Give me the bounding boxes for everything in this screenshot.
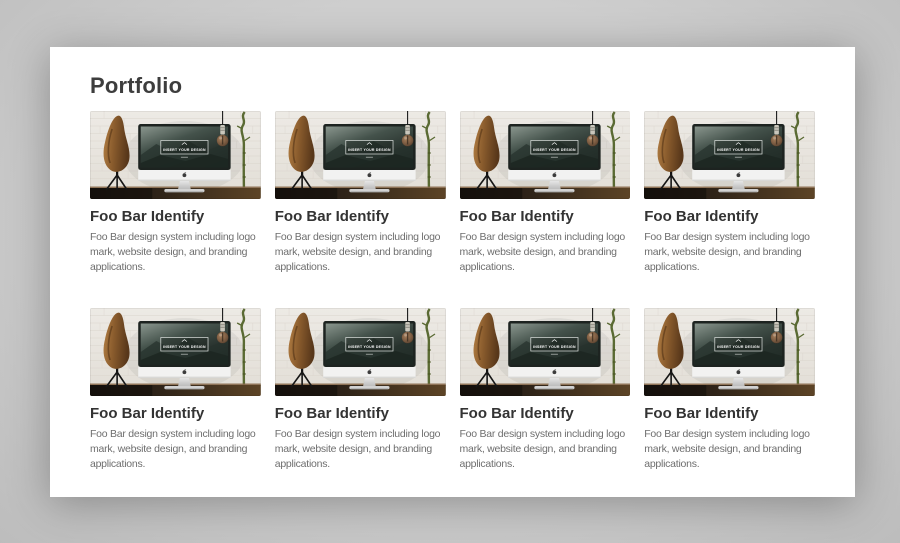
project-description: Foo Bar design system including logo mar…: [460, 427, 631, 472]
desk: [275, 187, 446, 200]
apple-logo-icon: [552, 173, 556, 177]
screen-overlay-text: INSERT YOUR DESIGN: [532, 345, 575, 349]
project-thumbnail: INSERT YOUR DESIGN: [90, 308, 261, 396]
content-card: Portfolio: [50, 47, 855, 497]
portfolio-item[interactable]: INSERT YOUR DESIGN: [644, 308, 815, 472]
portfolio-item[interactable]: INSERT YOUR DESIGN: [90, 308, 261, 472]
apple-logo-icon: [367, 370, 371, 374]
portfolio-item[interactable]: INSERT YOUR DESIGN: [460, 111, 631, 275]
desk: [644, 384, 815, 397]
desk: [644, 187, 815, 200]
desk: [460, 384, 631, 397]
project-description: Foo Bar design system including logo mar…: [644, 230, 815, 275]
project-thumbnail: INSERT YOUR DESIGN: [644, 111, 815, 199]
screen-caption-line: [366, 157, 373, 158]
imac-chin: [508, 367, 600, 378]
imac-chin: [692, 367, 784, 378]
imac-chin: [692, 170, 784, 181]
desk: [275, 384, 446, 397]
desk: [460, 187, 631, 200]
page-title: Portfolio: [90, 73, 815, 99]
screen-caption-line: [366, 354, 373, 355]
screen-overlay-text: INSERT YOUR DESIGN: [163, 148, 206, 152]
project-title: Foo Bar Identify: [90, 208, 261, 225]
screen-overlay-text: INSERT YOUR DESIGN: [717, 345, 760, 349]
project-thumbnail: INSERT YOUR DESIGN: [275, 111, 446, 199]
imac-screen: INSERT YOUR DESIGN: [141, 324, 228, 365]
portfolio-item[interactable]: INSERT YOUR DESIGN: [90, 111, 261, 275]
portfolio-item[interactable]: INSERT YOUR DESIGN: [275, 111, 446, 275]
apple-logo-icon: [552, 370, 556, 374]
imac-screen: INSERT YOUR DESIGN: [695, 324, 782, 365]
imac-screen: INSERT YOUR DESIGN: [695, 127, 782, 168]
imac-screen: INSERT YOUR DESIGN: [325, 127, 412, 168]
project-title: Foo Bar Identify: [644, 405, 815, 422]
project-title: Foo Bar Identify: [275, 208, 446, 225]
imac-chin: [323, 170, 415, 181]
project-description: Foo Bar design system including logo mar…: [460, 230, 631, 275]
desk: [90, 384, 261, 397]
screen-caption-line: [735, 354, 742, 355]
imac-chin: [323, 367, 415, 378]
imac-chin: [138, 367, 230, 378]
imac-screen: INSERT YOUR DESIGN: [510, 127, 597, 168]
project-thumbnail: INSERT YOUR DESIGN: [275, 308, 446, 396]
imac-screen: INSERT YOUR DESIGN: [510, 324, 597, 365]
imac-chin: [138, 170, 230, 181]
apple-logo-icon: [737, 173, 741, 177]
project-title: Foo Bar Identify: [460, 208, 631, 225]
project-thumbnail: INSERT YOUR DESIGN: [460, 308, 631, 396]
project-description: Foo Bar design system including logo mar…: [275, 230, 446, 275]
screen-caption-line: [550, 157, 557, 158]
project-thumbnail: INSERT YOUR DESIGN: [460, 111, 631, 199]
apple-logo-icon: [183, 370, 187, 374]
screen-caption-line: [735, 157, 742, 158]
project-title: Foo Bar Identify: [460, 405, 631, 422]
project-thumbnail: INSERT YOUR DESIGN: [90, 111, 261, 199]
portfolio-item[interactable]: INSERT YOUR DESIGN: [644, 111, 815, 275]
screen-overlay-text: INSERT YOUR DESIGN: [348, 345, 391, 349]
desk: [90, 187, 261, 200]
screen-overlay-text: INSERT YOUR DESIGN: [532, 148, 575, 152]
imac-screen: INSERT YOUR DESIGN: [325, 324, 412, 365]
project-thumbnail: INSERT YOUR DESIGN: [644, 308, 815, 396]
project-description: Foo Bar design system including logo mar…: [275, 427, 446, 472]
screen-caption-line: [550, 354, 557, 355]
screen-caption-line: [181, 157, 188, 158]
apple-logo-icon: [737, 370, 741, 374]
imac-screen: INSERT YOUR DESIGN: [141, 127, 228, 168]
project-title: Foo Bar Identify: [90, 405, 261, 422]
portfolio-item[interactable]: INSERT YOUR DESIGN: [275, 308, 446, 472]
project-title: Foo Bar Identify: [644, 208, 815, 225]
desktop-background: { "colors": { "page_background": "#c9c9c…: [0, 0, 900, 543]
screen-overlay-text: INSERT YOUR DESIGN: [348, 148, 391, 152]
imac-chin: [508, 170, 600, 181]
apple-logo-icon: [183, 173, 187, 177]
apple-logo-icon: [367, 173, 371, 177]
screen-caption-line: [181, 354, 188, 355]
project-description: Foo Bar design system including logo mar…: [644, 427, 815, 472]
portfolio-grid: INSERT YOUR DESIGN: [90, 111, 815, 472]
project-description: Foo Bar design system including logo mar…: [90, 427, 261, 472]
project-title: Foo Bar Identify: [275, 405, 446, 422]
project-description: Foo Bar design system including logo mar…: [90, 230, 261, 275]
screen-overlay-text: INSERT YOUR DESIGN: [163, 345, 206, 349]
portfolio-item[interactable]: INSERT YOUR DESIGN: [460, 308, 631, 472]
screen-overlay-text: INSERT YOUR DESIGN: [717, 148, 760, 152]
